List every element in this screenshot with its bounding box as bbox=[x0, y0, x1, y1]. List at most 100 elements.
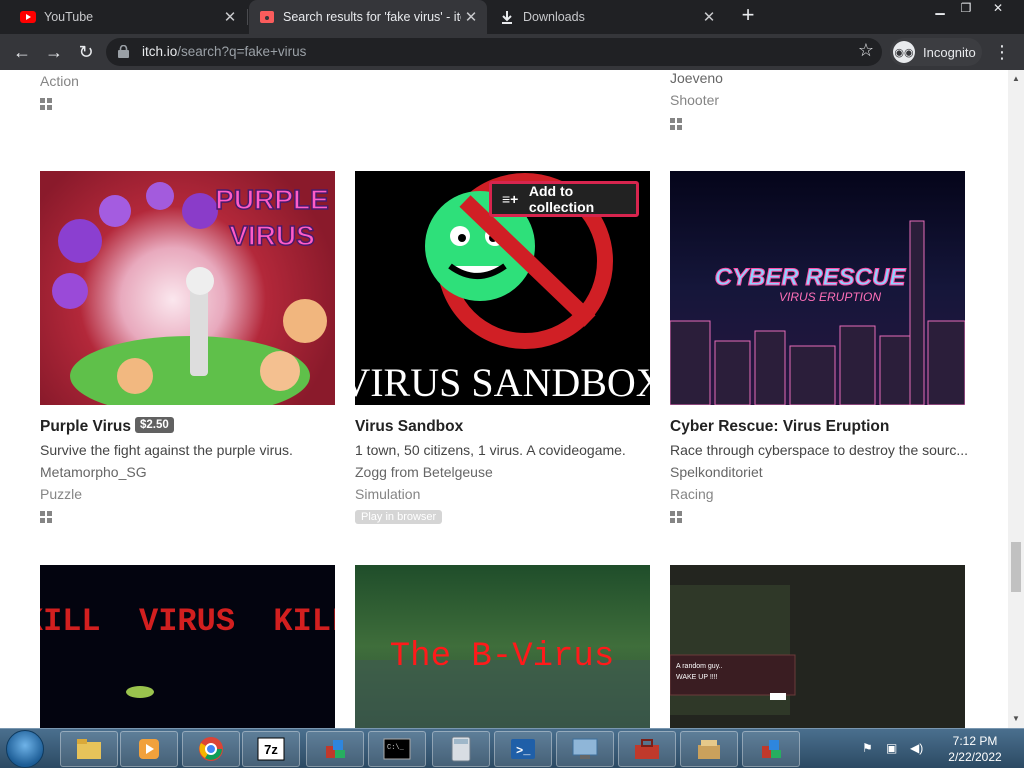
itchio-search-results: Action Joeveno Shooter PURPLE VIRUS Purp… bbox=[0, 70, 1008, 728]
action-center-flag-icon[interactable]: ⚑ bbox=[862, 741, 878, 757]
add-to-collection-button[interactable]: ≡+ Add to collection bbox=[489, 181, 639, 217]
scroll-up-arrow-icon[interactable]: ▲ bbox=[1008, 74, 1024, 83]
taskbar-app-cube[interactable] bbox=[306, 731, 364, 767]
clock-date: 2/22/2022 bbox=[948, 750, 1002, 764]
purple-virus-cover-art: PURPLE VIRUS bbox=[52, 182, 330, 405]
game-title[interactable]: Virus Sandbox bbox=[355, 418, 463, 436]
chrome-icon bbox=[197, 735, 225, 763]
game-title[interactable]: Cyber Rescue: Virus Eruption bbox=[670, 418, 889, 436]
windows-icon bbox=[670, 511, 682, 523]
kill-virus-kill-cover-art: KILL VIRUS KILL bbox=[40, 603, 335, 698]
taskbar-installer[interactable] bbox=[680, 731, 738, 767]
svg-text:PURPLE: PURPLE bbox=[215, 184, 329, 215]
game-description: Race through cyberspace to destroy the s… bbox=[670, 442, 969, 458]
svg-text:VIRUS SANDBOX: VIRUS SANDBOX bbox=[355, 360, 650, 405]
game-cover-purple-virus[interactable]: PURPLE VIRUS bbox=[40, 171, 335, 405]
command-prompt-icon: C:\_ bbox=[383, 735, 411, 763]
back-button[interactable]: ← bbox=[10, 40, 34, 64]
minimize-button[interactable]: ▁ bbox=[926, 0, 954, 18]
tab-downloads[interactable]: Downloads ✕ bbox=[489, 0, 725, 34]
forward-button[interactable]: → bbox=[42, 40, 66, 64]
close-window-button[interactable]: ✕ bbox=[984, 0, 1012, 18]
taskbar-clock[interactable]: 7:12 PM 2/22/2022 bbox=[940, 733, 1010, 765]
taskbar-cmd[interactable]: C:\_ bbox=[368, 731, 426, 767]
seven-zip-icon: 7z bbox=[257, 735, 285, 763]
svg-text:7z: 7z bbox=[264, 742, 278, 757]
itchio-icon bbox=[259, 9, 275, 25]
installer-icon bbox=[695, 735, 723, 763]
reload-button[interactable]: ↻ bbox=[74, 40, 98, 64]
browser-menu-icon[interactable]: ⋮ bbox=[992, 40, 1012, 64]
volume-icon[interactable]: ◀) bbox=[910, 741, 926, 757]
windows-icon bbox=[670, 118, 682, 130]
game-cover-b-virus[interactable]: The B-Virus bbox=[355, 565, 650, 728]
taskbar-media-player[interactable] bbox=[120, 731, 178, 767]
url-text: itch.io/search?q=fake+virus bbox=[142, 44, 307, 59]
taskbar-explorer[interactable] bbox=[60, 731, 118, 767]
scrollbar-thumb[interactable] bbox=[1011, 542, 1021, 592]
network-icon[interactable]: ▣ bbox=[886, 741, 902, 757]
taskbar-calculator[interactable] bbox=[432, 731, 490, 767]
lock-icon bbox=[118, 45, 129, 58]
new-tab-button[interactable]: + bbox=[737, 4, 759, 27]
close-tab-icon[interactable]: ✕ bbox=[699, 8, 719, 26]
svg-text:VIRUS ERUPTION: VIRUS ERUPTION bbox=[779, 290, 881, 304]
game-genre: Racing bbox=[670, 486, 714, 502]
game-genre: Simulation bbox=[355, 486, 421, 502]
taskbar-toolbox[interactable] bbox=[618, 731, 676, 767]
windows-icon bbox=[40, 98, 52, 110]
control-panel-icon bbox=[571, 735, 599, 763]
game-description: 1 town, 50 citizens, 1 virus. A covideog… bbox=[355, 442, 626, 458]
powershell-icon: >_ bbox=[509, 735, 537, 763]
taskbar-powershell[interactable]: >_ bbox=[494, 731, 552, 767]
taskbar-chrome[interactable] bbox=[182, 731, 240, 767]
close-tab-icon[interactable]: ✕ bbox=[220, 8, 240, 26]
b-virus-cover-art: The B-Virus bbox=[355, 638, 650, 728]
game-genre: Puzzle bbox=[40, 486, 83, 502]
game-author[interactable]: Spelkonditoriet bbox=[670, 464, 763, 480]
svg-text:CYBER RESCUE: CYBER RESCUE bbox=[715, 264, 907, 291]
calculator-icon bbox=[447, 735, 475, 763]
game-cover-kill-virus-kill[interactable]: KILL VIRUS KILL bbox=[40, 565, 335, 728]
svg-text:WAKE UP !!!!: WAKE UP !!!! bbox=[676, 674, 718, 681]
bookmark-star-icon[interactable]: ☆ bbox=[858, 40, 874, 61]
wake-up-cover-art: A random guy.. WAKE UP !!!! bbox=[670, 585, 796, 715]
folder-icon bbox=[75, 735, 103, 763]
close-tab-icon[interactable]: ✕ bbox=[461, 8, 481, 26]
windows-icon bbox=[40, 511, 52, 523]
tab-title: Search results for 'fake virus' - itc bbox=[283, 10, 461, 24]
start-button[interactable] bbox=[6, 730, 44, 768]
game-genre: Action bbox=[40, 73, 79, 89]
taskbar-control-panel[interactable] bbox=[556, 731, 614, 767]
add-to-collection-label: Add to collection bbox=[528, 183, 595, 215]
tab-itchio-search[interactable]: Search results for 'fake virus' - itc ✕ bbox=[249, 0, 487, 34]
page-scrollbar[interactable]: ▲ ▼ bbox=[1008, 70, 1024, 728]
toolbox-icon bbox=[633, 735, 661, 763]
svg-text:KILL VIRUS KILL: KILL VIRUS KILL bbox=[40, 603, 335, 640]
tab-youtube[interactable]: YouTube ✕ bbox=[0, 0, 246, 34]
address-bar[interactable]: itch.io/search?q=fake+virus ☆ bbox=[106, 38, 882, 66]
media-player-icon bbox=[135, 735, 163, 763]
tab-title: Downloads bbox=[523, 10, 585, 24]
game-author[interactable]: Metamorpho_SG bbox=[40, 464, 147, 480]
windows-taskbar: 7z C:\_ >_ ⚑ ▣ ◀) 7:12 PM 2/22/2022 bbox=[0, 728, 1024, 768]
tab-strip: YouTube ✕ Search results for 'fake virus… bbox=[0, 0, 1024, 34]
game-cover-cyber-rescue[interactable]: CYBER RESCUE VIRUS ERUPTION bbox=[670, 171, 965, 405]
incognito-icon: ◉◉ bbox=[893, 41, 915, 63]
maximize-button[interactable]: ❐ bbox=[952, 0, 980, 18]
svg-text:VIRUS: VIRUS bbox=[229, 220, 315, 251]
game-author[interactable]: Zogg from Betelgeuse bbox=[355, 464, 493, 480]
game-title[interactable]: Purple Virus bbox=[40, 418, 131, 436]
game-author[interactable]: Joeveno bbox=[670, 70, 723, 86]
scroll-down-arrow-icon[interactable]: ▼ bbox=[1008, 714, 1024, 723]
incognito-label: Incognito bbox=[923, 44, 976, 60]
taskbar-7zip[interactable]: 7z bbox=[242, 731, 300, 767]
cube-app-icon bbox=[757, 735, 785, 763]
svg-text:A random guy..: A random guy.. bbox=[676, 663, 723, 670]
incognito-indicator[interactable]: ◉◉ Incognito bbox=[890, 38, 982, 66]
game-cover-wake-up[interactable]: A random guy.. WAKE UP !!!! bbox=[670, 565, 965, 728]
game-genre: Shooter bbox=[670, 92, 720, 108]
taskbar-app-cube-2[interactable] bbox=[742, 731, 800, 767]
play-in-browser-badge: Play in browser bbox=[355, 510, 443, 524]
cyber-rescue-cover-art: CYBER RESCUE VIRUS ERUPTION bbox=[670, 220, 965, 405]
